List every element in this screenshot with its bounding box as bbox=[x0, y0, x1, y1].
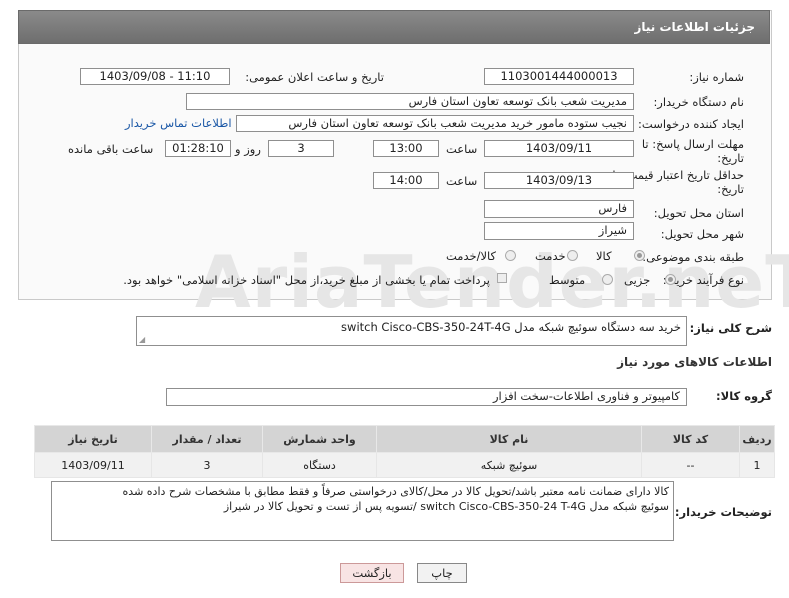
category-radio-service[interactable] bbox=[567, 250, 578, 261]
cell-quantity: 3 bbox=[151, 452, 263, 478]
category-radio-goods-service[interactable] bbox=[505, 250, 516, 261]
treasury-bonds-checkbox[interactable] bbox=[497, 273, 507, 283]
category-radio-goods[interactable] bbox=[634, 250, 645, 261]
goods-table: ردیف کد کالا نام کالا واحد شمارش تعداد /… bbox=[34, 425, 775, 478]
requester-label: ایجاد کننده درخواست: bbox=[638, 117, 744, 131]
process-option-partial: جزیی bbox=[624, 273, 651, 287]
reply-days-field: 3 bbox=[268, 140, 334, 157]
cell-name: سوئیچ شبکه bbox=[376, 452, 642, 478]
col-header-name: نام کالا bbox=[376, 425, 642, 453]
requester-field: نجیب ستوده مامور خرید مدیریت شعب بانک تو… bbox=[236, 115, 634, 132]
process-radio-medium[interactable] bbox=[602, 274, 613, 285]
remaining-time-field: 01:28:10 bbox=[165, 140, 231, 157]
reply-time-label: ساعت bbox=[446, 142, 478, 156]
col-header-code: کد کالا bbox=[641, 425, 740, 453]
category-label: طبقه بندی موضوعی: bbox=[642, 250, 744, 264]
back-button[interactable]: بازگشت bbox=[340, 563, 404, 583]
reply-time-field: 13:00 bbox=[373, 140, 439, 157]
page-title: جزئیات اطلاعات نیاز bbox=[634, 20, 755, 34]
delivery-province-label: استان محل تحویل: bbox=[653, 206, 744, 220]
resize-grip-icon[interactable]: ◢ bbox=[139, 335, 145, 344]
remaining-label: ساعت باقی مانده bbox=[68, 142, 154, 156]
buyer-notes-line-1: کالا دارای ضمانت نامه معتبر باشد/تحویل ک… bbox=[122, 485, 669, 498]
description-label: شرح کلی نیاز: bbox=[689, 321, 772, 335]
category-option-goods: کالا bbox=[596, 249, 612, 263]
price-validity-time-field: 14:00 bbox=[373, 172, 439, 189]
description-text: خرید سه دستگاه سوئیچ شبکه مدل switch Cis… bbox=[341, 320, 681, 334]
treasury-bonds-note: پرداخت تمام یا بخشی از مبلغ خرید،از محل … bbox=[123, 273, 490, 287]
buyer-notes-label: توضیحات خریدار: bbox=[674, 505, 772, 519]
description-textarea[interactable]: خرید سه دستگاه سوئیچ شبکه مدل switch Cis… bbox=[136, 316, 687, 346]
col-header-need-date: تاریخ نیاز bbox=[34, 425, 152, 453]
reply-date-field: 1403/09/11 bbox=[484, 140, 634, 157]
goods-group-field: کامپیوتر و فناوری اطلاعات-سخت افزار bbox=[166, 388, 687, 406]
process-option-medium: متوسط bbox=[549, 273, 586, 287]
days-label: روز و bbox=[235, 142, 261, 156]
category-option-service: خدمت bbox=[535, 249, 566, 263]
cell-code: -- bbox=[641, 452, 740, 478]
price-validity-time-label: ساعت bbox=[446, 174, 478, 188]
table-header-row: ردیف کد کالا نام کالا واحد شمارش تعداد /… bbox=[34, 425, 775, 453]
buyer-notes-line-2: سوئیچ شبکه مدل switch Cisco-CBS-350-24 T… bbox=[223, 500, 669, 513]
buyer-org-field: مدیریت شعب بانک توسعه تعاون استان فارس bbox=[186, 93, 634, 110]
goods-section-title: اطلاعات کالاهای مورد نیاز bbox=[617, 355, 772, 369]
table-row: 1 -- سوئیچ شبکه دستگاه 3 1403/09/11 bbox=[34, 452, 775, 478]
delivery-city-label: شهر محل تحویل: bbox=[660, 227, 744, 241]
print-button[interactable]: چاپ bbox=[417, 563, 467, 583]
buyer-notes-textarea[interactable]: کالا دارای ضمانت نامه معتبر باشد/تحویل ک… bbox=[51, 481, 674, 541]
header-bar: جزئیات اطلاعات نیاز bbox=[18, 10, 770, 44]
delivery-province-field: فارس bbox=[484, 200, 634, 218]
buyer-contact-link[interactable]: اطلاعات تماس خریدار bbox=[125, 116, 232, 130]
col-header-row-number: ردیف bbox=[739, 425, 775, 453]
col-header-quantity: تعداد / مقدار bbox=[151, 425, 263, 453]
need-number-label: شماره نیاز: bbox=[689, 70, 744, 84]
announce-datetime-label: تاریخ و ساعت اعلان عمومی: bbox=[245, 70, 384, 84]
cell-need-date: 1403/09/11 bbox=[34, 452, 152, 478]
cell-unit: دستگاه bbox=[262, 452, 377, 478]
buyer-org-label: نام دستگاه خریدار: bbox=[653, 95, 744, 109]
col-header-unit: واحد شمارش bbox=[262, 425, 377, 453]
announce-datetime-field: 1403/09/08 - 11:10 bbox=[80, 68, 230, 85]
price-validity-date-field: 1403/09/13 bbox=[484, 172, 634, 189]
cell-row-number: 1 bbox=[739, 452, 775, 478]
process-radio-partial[interactable] bbox=[665, 274, 676, 285]
goods-group-label: گروه کالا: bbox=[716, 389, 772, 403]
need-number-field: 1103001444000013 bbox=[484, 68, 634, 85]
category-option-goods-service: کالا/خدمت bbox=[446, 249, 497, 263]
reply-deadline-label: مهلت ارسال پاسخ: تا bbox=[641, 137, 744, 151]
reply-deadline-label-2: تاریخ: bbox=[717, 151, 744, 165]
price-validity-label-2: تاریخ: bbox=[717, 182, 744, 196]
delivery-city-field: شیراز bbox=[484, 222, 634, 240]
